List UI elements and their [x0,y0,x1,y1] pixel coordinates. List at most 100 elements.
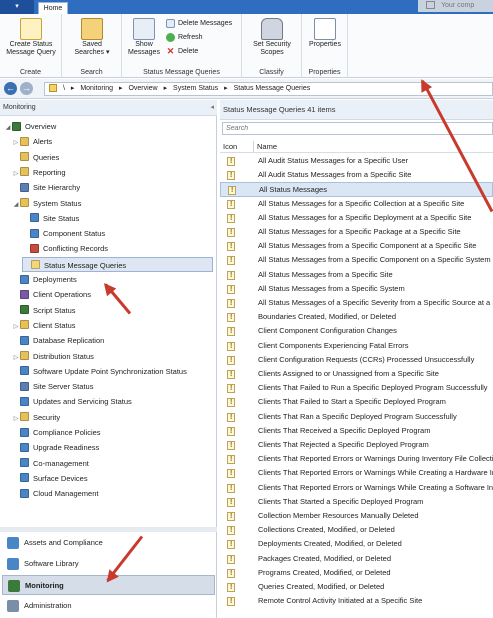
list-item[interactable]: All Audit Status Messages for a Specific… [220,154,493,168]
tree-item[interactable]: Compliance Policies [12,425,213,440]
list-item[interactable]: Client Component Configuration Changes [220,324,493,339]
show-messages-button[interactable]: Show Messages [126,18,162,57]
status-query-icon [227,382,235,395]
status-query-icon [227,198,235,211]
list-item[interactable]: Client Components Experiencing Fatal Err… [220,339,493,353]
list-item[interactable]: Clients That Failed to Start a Specific … [220,395,493,410]
breadcrumb-overview[interactable]: Overview [128,85,157,92]
tree-node-icon [20,381,29,391]
tree-item-label: Distribution Status [33,351,94,361]
breadcrumb-monitoring[interactable]: Monitoring [80,85,113,92]
tree-node-icon [30,213,39,223]
list-item[interactable]: Clients That Failed to Run a Specific De… [220,381,493,395]
tree-item[interactable]: Co-management [12,456,213,471]
tree-item-label: Site Hierarchy [33,183,81,193]
breadcrumb-separator: ▸ [118,85,123,92]
saved-searches-button[interactable]: Saved Searches ▾ [68,18,116,57]
tree-item[interactable]: Site Hierarchy [12,180,213,195]
list-item-name: Queries Created, Modified, or Deleted [258,582,385,591]
list-item[interactable]: Remote Control Activity Initiated at a S… [220,594,493,608]
list-item[interactable]: Collections Created, Modified, or Delete… [220,523,493,537]
create-status-message-query-button[interactable]: Create Status Message Query [4,18,58,57]
tree-item[interactable]: Software Update Point Synchronization St… [12,364,213,379]
tab-home[interactable]: Home [38,2,68,14]
breadcrumb-status-message-queries[interactable]: Status Message Queries [234,85,311,92]
list-item[interactable]: All Status Messages from a Specific Site [220,268,493,282]
list-item[interactable]: Queries Created, Modified, or Deleted [220,580,493,594]
status-query-icon [227,510,235,523]
tree-item[interactable]: ◢ System Status [12,196,213,211]
list-item[interactable]: All Status Messages for a Specific Deplo… [220,211,493,225]
list-item[interactable]: All Status Messages from a Specific Comp… [220,239,493,253]
tree-item[interactable]: Component Status [22,226,213,241]
list-item[interactable]: Clients That Reported Errors or Warnings… [220,481,493,495]
delete-button[interactable]: ✕ Delete [166,46,199,58]
list-item[interactable]: All Status Messages for a Specific Colle… [220,197,493,211]
new-query-icon [20,18,42,40]
tree-item-label: Database Replication [33,336,105,346]
tree-item[interactable]: Script Status [12,303,213,318]
breadcrumb-root[interactable]: \ [63,85,65,92]
tree-item[interactable]: Conflicting Records [22,241,213,256]
list-item[interactable]: Clients That Rejected a Specific Deploye… [220,438,493,452]
delete-messages-button[interactable]: Delete Messages [166,18,232,30]
list-item[interactable]: All Status Messages from a Specific Comp… [220,253,493,268]
list-item-name: All Status Messages from a Specific Comp… [258,241,477,251]
tree-item[interactable]: Cloud Management [12,486,213,501]
list-item[interactable]: Clients Assigned to or Unassigned from a… [220,367,493,381]
tree-item[interactable]: Database Replication [12,333,213,348]
tree-item[interactable]: Surface Devices [12,471,213,486]
tree-item[interactable]: ◢ Overview [4,119,213,134]
forward-button[interactable]: → [20,82,33,95]
breadcrumb-system-status[interactable]: System Status [173,85,218,92]
ribbon-group-label: Status Message Queries [143,69,220,76]
workspace-button[interactable]: Administration [2,596,215,616]
collapse-chevron-icon[interactable]: ◂ [210,100,214,116]
list-item[interactable]: Client Configuration Requests (CCRs) Pro… [220,353,493,367]
list-item[interactable]: Packages Created, Modified, or Deleted [220,552,493,566]
properties-button[interactable]: Properties [305,18,345,49]
tree-expander-icon[interactable]: ◢ [12,198,20,213]
tree-item[interactable]: Site Server Status [12,379,213,394]
list-item[interactable]: All Status Messages from a Specific Syst… [220,282,493,296]
tree-item[interactable]: ▷ Security [12,410,213,425]
tree-item[interactable]: Upgrade Readiness [12,440,213,455]
status-query-icon [227,411,235,424]
refresh-button[interactable]: Refresh [166,32,203,44]
list-item-name: Boundaries Created, Modified, or Deleted [258,312,396,322]
user-tab: Your comp [418,0,493,12]
list-item[interactable]: Programs Created, Modified, or Deleted [220,566,493,580]
list-item[interactable]: Clients That Received a Specific Deploye… [220,424,493,438]
tree-item[interactable]: Queries [12,150,213,165]
list-item[interactable]: All Status Messages for a Specific Packa… [220,225,493,239]
list-item[interactable]: Deployments Created, Modified, or Delete… [220,537,493,552]
list-item[interactable]: All Status Messages [220,182,493,197]
list-item[interactable]: All Status Messages of a Specific Severi… [220,296,493,310]
app-menu-button[interactable]: ▾ [0,0,34,14]
tree-expander-icon[interactable]: ◢ [4,121,12,136]
set-security-scopes-button[interactable]: Set Security Scopes [247,18,297,57]
tree-item[interactable]: ▷ Distribution Status [12,349,213,364]
list-item[interactable]: Clients That Reported Errors or Warnings… [220,452,493,466]
tree-item[interactable]: Updates and Servicing Status [12,394,213,409]
back-button[interactable]: ← [4,82,17,95]
list-item-name: Clients That Reported Errors or Warnings… [258,454,493,464]
column-divider[interactable] [253,141,254,152]
tree-item-label: System Status [33,198,82,208]
list-item[interactable]: Clients That Reported Errors or Warnings… [220,466,493,481]
tree-item[interactable]: ▷ Reporting [12,165,213,180]
tree-item[interactable]: ▷ Client Status [12,318,213,333]
tree-item[interactable]: Status Message Queries [22,256,213,272]
list-item[interactable]: Clients That Ran a Specific Deployed Pro… [220,410,493,424]
workspace-splitter[interactable] [0,527,217,532]
results-pane: Status Message Queries 41 items Icon Nam… [220,100,493,618]
list-item[interactable]: All Audit Status Messages from a Specifi… [220,168,493,182]
column-header-icon[interactable]: Icon [223,140,237,153]
workspace-button[interactable]: Assets and Compliance [2,533,215,553]
list-item[interactable]: Clients That Started a Specific Deployed… [220,495,493,509]
list-item[interactable]: Collection Member Resources Manually Del… [220,509,493,523]
tree-item[interactable]: ▷ Alerts [12,134,213,149]
column-header-name[interactable]: Name [257,140,277,153]
tree-item[interactable]: Site Status [22,211,213,226]
list-item[interactable]: Boundaries Created, Modified, or Deleted [220,310,493,324]
